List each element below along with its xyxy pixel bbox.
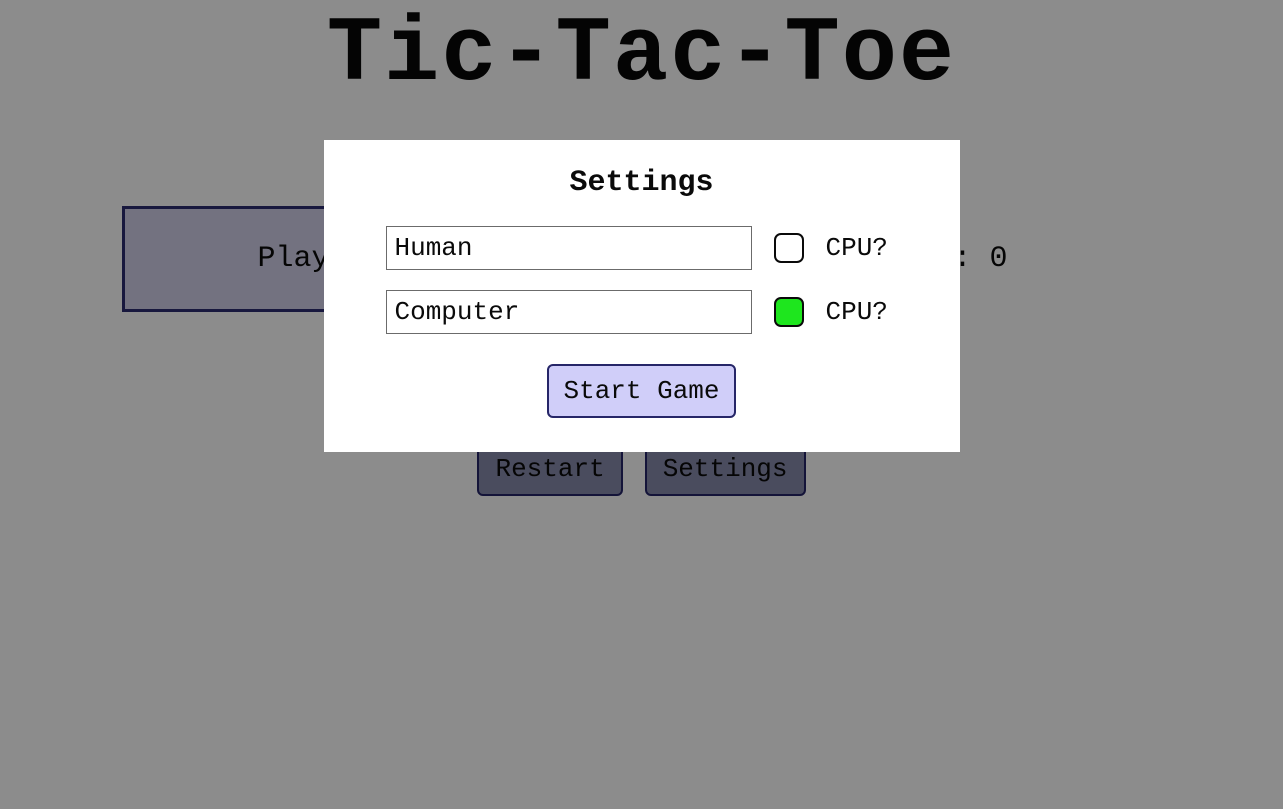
player-2-cpu-label: CPU? (826, 297, 888, 327)
start-game-button[interactable]: Start Game (547, 364, 735, 418)
start-row: Start Game (364, 364, 920, 418)
player-2-cpu-checkbox[interactable] (774, 297, 804, 327)
player-1-cpu-label: CPU? (826, 233, 888, 263)
settings-modal-title: Settings (364, 166, 920, 200)
player-1-name-input[interactable] (386, 226, 752, 270)
player-2-name-input[interactable] (386, 290, 752, 334)
modal-overlay[interactable]: Settings CPU? CPU? Start Game (0, 0, 1283, 809)
settings-modal: Settings CPU? CPU? Start Game (324, 140, 960, 452)
player-2-row: CPU? (364, 290, 920, 334)
player-1-row: CPU? (364, 226, 920, 270)
player-1-cpu-checkbox[interactable] (774, 233, 804, 263)
